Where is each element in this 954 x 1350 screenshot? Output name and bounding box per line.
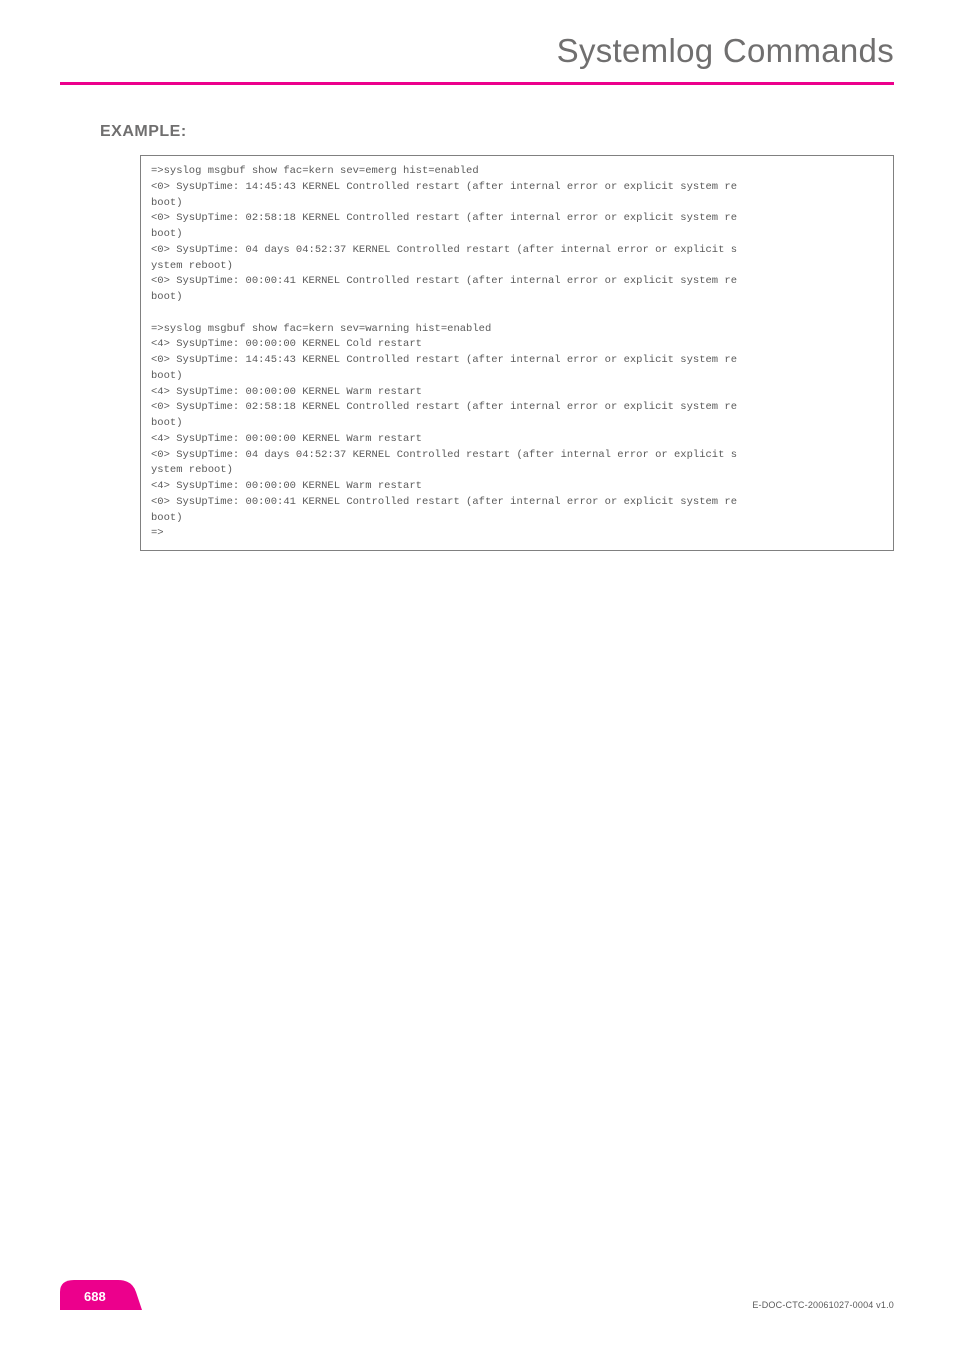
page-footer: 688 E-DOC-CTC-20061027-0004 v1.0 — [0, 1280, 954, 1310]
page-number-tab: 688 — [60, 1280, 150, 1310]
code-example-box: =>syslog msgbuf show fac=kern sev=emerg … — [140, 155, 894, 551]
document-id: E-DOC-CTC-20061027-0004 v1.0 — [752, 1300, 894, 1310]
header-divider — [60, 82, 894, 85]
page-number: 688 — [84, 1289, 106, 1304]
code-content: =>syslog msgbuf show fac=kern sev=emerg … — [151, 164, 883, 542]
page-title: Systemlog Commands — [60, 32, 894, 70]
example-heading: EXAMPLE: — [100, 123, 894, 141]
